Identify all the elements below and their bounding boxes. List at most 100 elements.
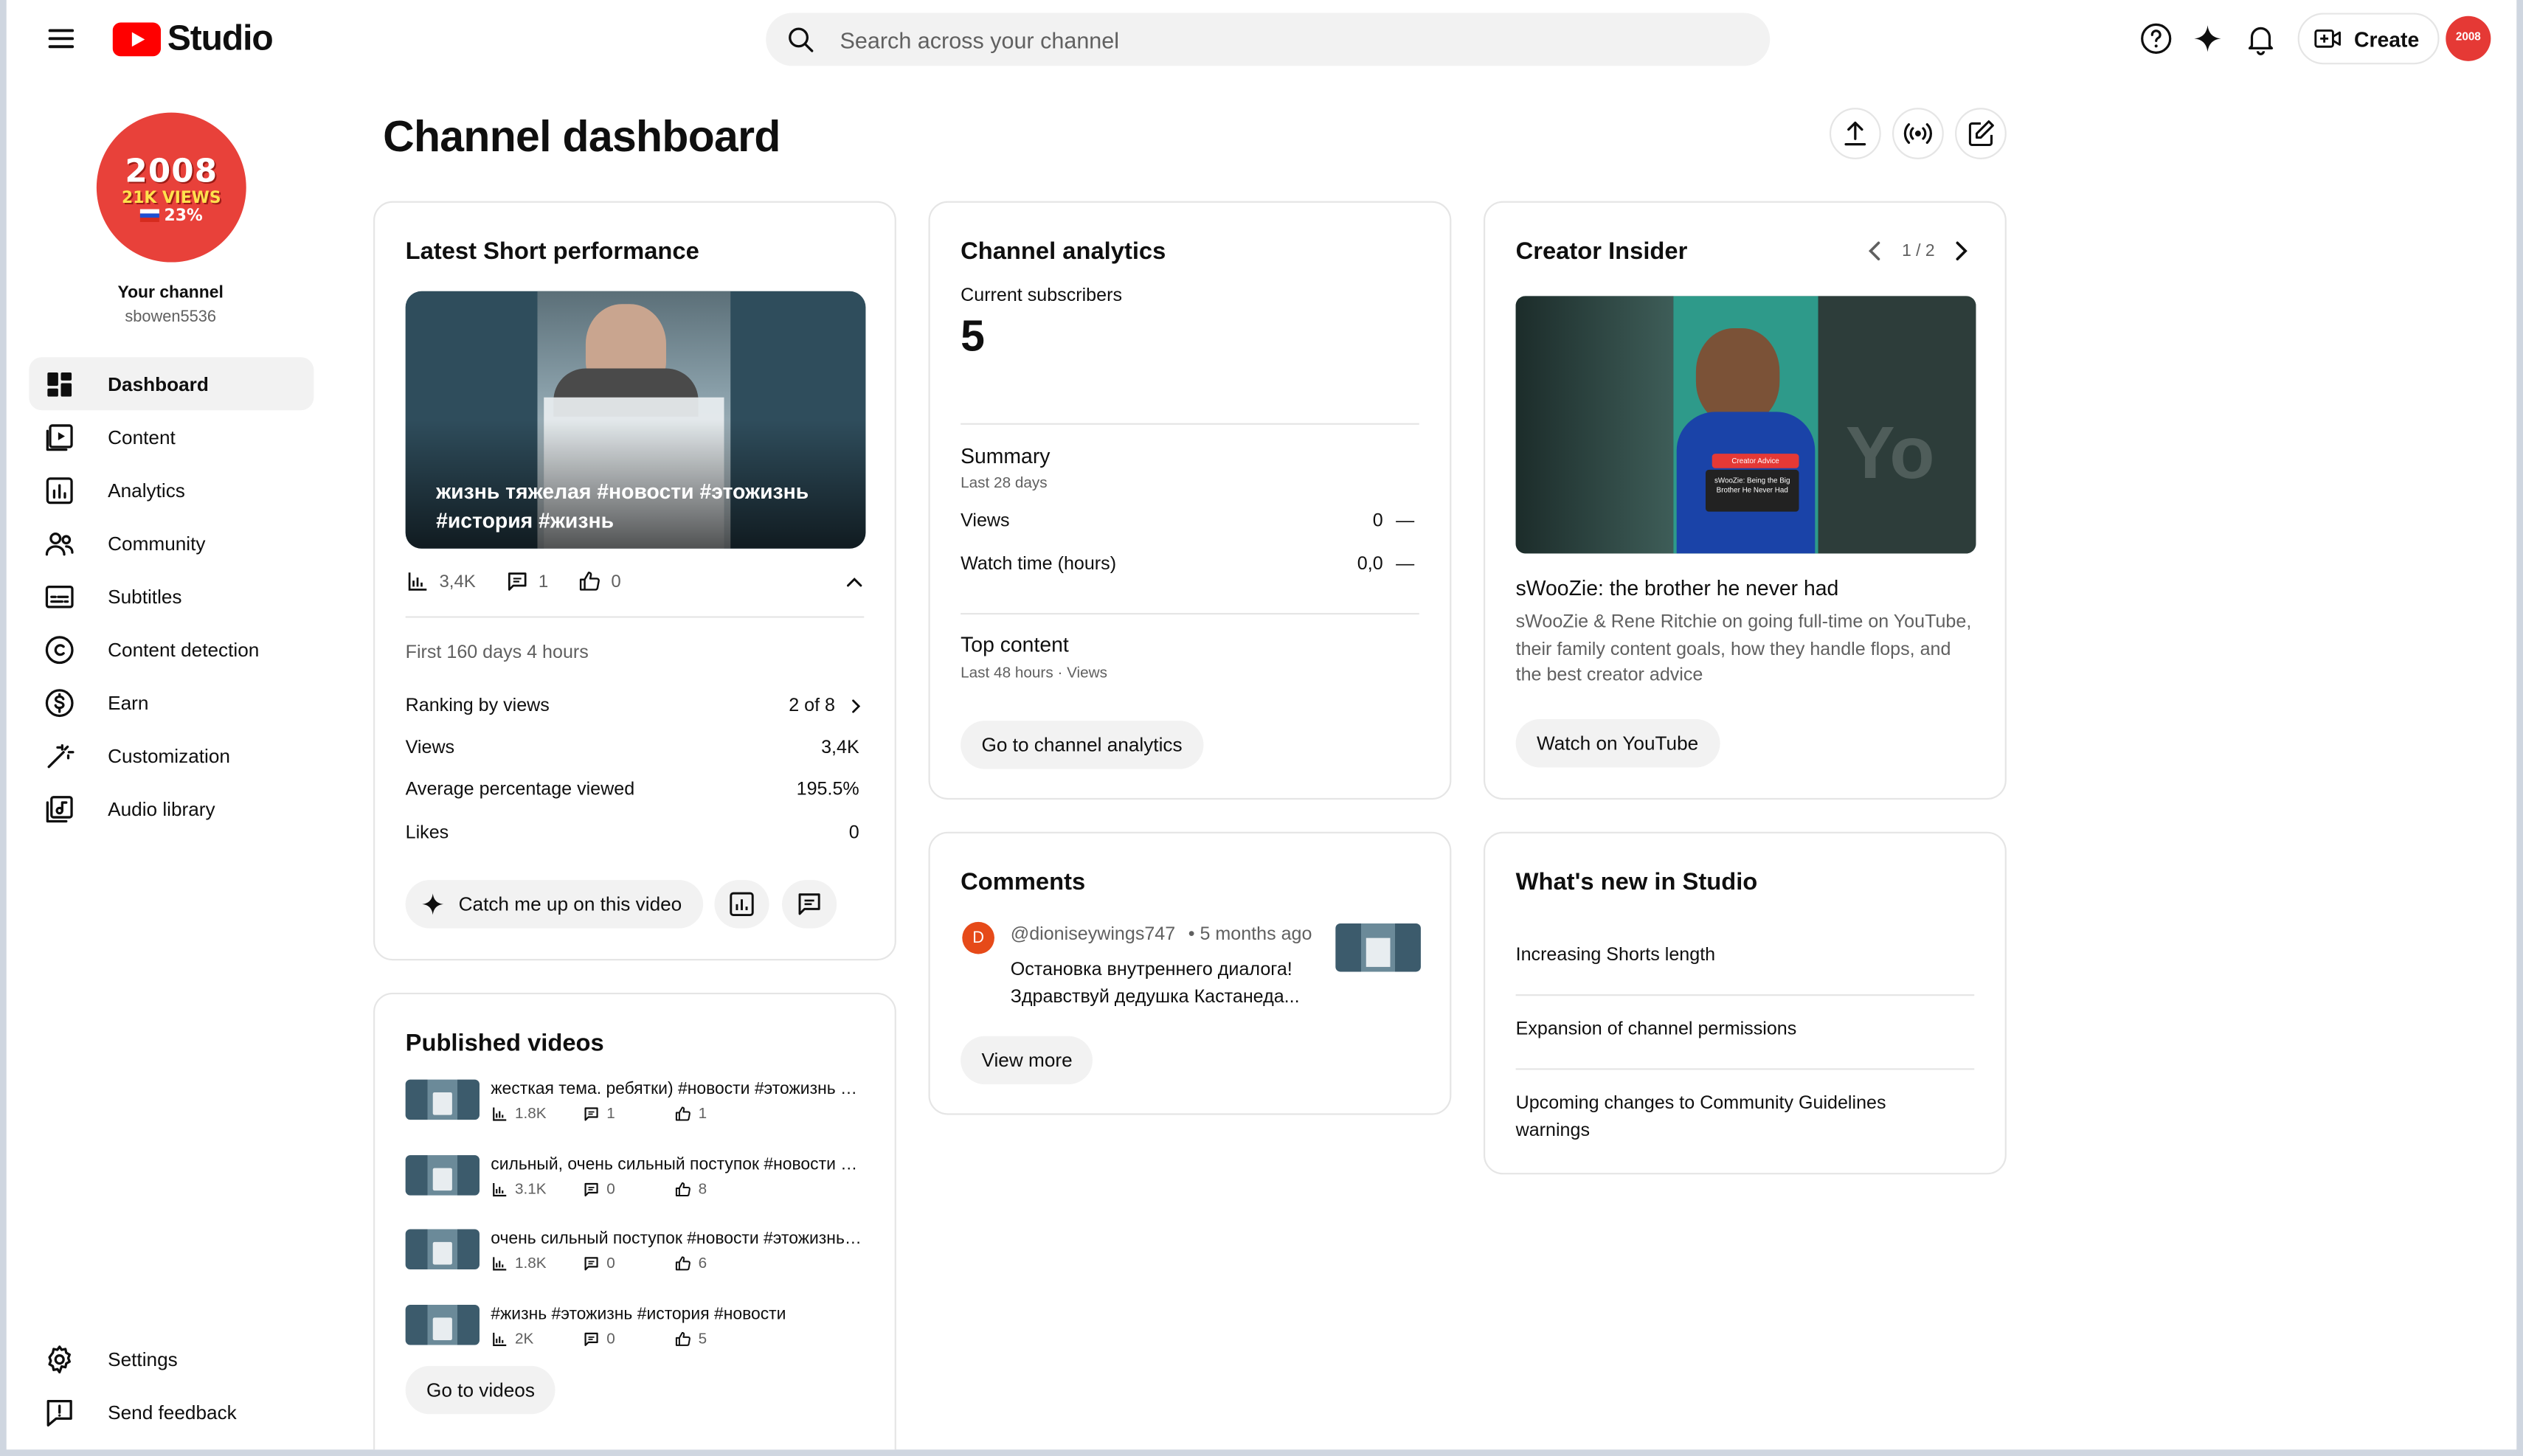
video-analytics-button[interactable] bbox=[714, 880, 769, 929]
video-stats: 2K 0 5 bbox=[491, 1330, 707, 1348]
sidebar-item-community[interactable]: Community bbox=[29, 516, 314, 569]
help-icon bbox=[2141, 23, 2172, 54]
video-add-icon bbox=[2314, 29, 2341, 48]
go-to-videos-button[interactable]: Go to videos bbox=[405, 1365, 556, 1415]
short-metric-label: Ranking by views bbox=[405, 696, 550, 716]
video-views: 1.8K bbox=[491, 1105, 582, 1123]
sidebar-item-label: Audio library bbox=[108, 797, 215, 820]
chevron-right-icon bbox=[1956, 241, 1967, 260]
published-video-item[interactable]: #жизнь #этожизнь #история #новости 2K 0 … bbox=[405, 1303, 873, 1359]
insider-thumbnail[interactable]: Yo Creator Advice sWooZie: Being the Big… bbox=[1515, 296, 1976, 554]
short-likes: 0 bbox=[578, 569, 621, 594]
catch-me-up-button[interactable]: Catch me up on this video bbox=[405, 880, 703, 929]
video-title[interactable]: #жизнь #этожизнь #история #новости bbox=[491, 1304, 864, 1323]
sidebar-item-settings[interactable]: Settings bbox=[29, 1332, 314, 1385]
insider-description: sWooZie & Rene Ritchie on going full-tim… bbox=[1515, 613, 1972, 686]
account-avatar[interactable]: 2008 bbox=[2446, 15, 2491, 61]
video-comments: 0 bbox=[583, 1255, 674, 1272]
sidebar-item-label: Send feedback bbox=[108, 1400, 237, 1424]
sidebar-item-content-detection[interactable]: Content detection bbox=[29, 623, 314, 676]
comment-video-thumbnail[interactable] bbox=[1335, 923, 1421, 972]
sidebar-item-analytics[interactable]: Analytics bbox=[29, 463, 314, 516]
sidebar-item-send-feedback[interactable]: Send feedback bbox=[29, 1385, 314, 1438]
short-thumbnail[interactable]: жизнь тяжелая #новости #этожизнь #истори… bbox=[405, 291, 866, 549]
comment-icon bbox=[584, 1331, 598, 1345]
sidebar-item-audio-library[interactable]: Audio library bbox=[29, 782, 314, 835]
search-bar[interactable] bbox=[766, 13, 1771, 66]
studio-logo[interactable]: Studio bbox=[112, 18, 274, 60]
menu-button[interactable] bbox=[42, 19, 80, 58]
video-thumbnail[interactable] bbox=[405, 1154, 480, 1195]
sidebar-item-customization[interactable]: Customization bbox=[29, 729, 314, 782]
video-title[interactable]: жесткая тема. ребятки) #новости #этожизн… bbox=[491, 1080, 864, 1099]
whats-new-item[interactable]: Upcoming changes to Community Guidelines… bbox=[1516, 1091, 1937, 1144]
channel-handle: sbowen5536 bbox=[125, 308, 217, 327]
flag-icon bbox=[139, 209, 159, 223]
short-stats: 3,4K 1 0 bbox=[406, 569, 621, 594]
create-post-button[interactable] bbox=[1955, 108, 2007, 159]
view-more-button[interactable]: View more bbox=[961, 1036, 1094, 1085]
go-live-button[interactable] bbox=[1892, 108, 1944, 159]
whats-new-item[interactable]: Increasing Shorts length bbox=[1516, 943, 1937, 969]
video-thumbnail[interactable] bbox=[405, 1079, 480, 1120]
video-thumbnail[interactable] bbox=[405, 1229, 480, 1269]
short-metric-value: 3,4K bbox=[821, 738, 859, 758]
watch-on-youtube-button[interactable]: Watch on YouTube bbox=[1515, 719, 1720, 768]
create-button[interactable]: Create bbox=[2297, 13, 2440, 65]
sidebar-item-label: Earn bbox=[108, 690, 149, 714]
video-likes: 8 bbox=[674, 1180, 707, 1198]
thumb-badge: Creator Advice bbox=[1712, 454, 1799, 468]
prev-button[interactable] bbox=[1858, 235, 1891, 267]
create-label: Create bbox=[2353, 26, 2420, 51]
chevron-up-icon bbox=[846, 578, 862, 587]
go-to-analytics-button[interactable]: Go to channel analytics bbox=[961, 721, 1203, 769]
comment-author[interactable]: @dioniseywings747 bbox=[1011, 925, 1175, 944]
short-comments: 1 bbox=[505, 569, 548, 594]
subscribers-label: Current subscribers bbox=[961, 286, 1122, 306]
comment-time: • 5 months ago bbox=[1188, 925, 1312, 945]
pager-text: 1 / 2 bbox=[1902, 241, 1935, 261]
sidebar-item-dashboard[interactable]: Dashboard bbox=[29, 357, 314, 411]
whats-new-item[interactable]: Expansion of channel permissions bbox=[1516, 1017, 1937, 1044]
notifications-button[interactable] bbox=[2241, 19, 2280, 58]
sidebar-item-earn[interactable]: Earn bbox=[29, 676, 314, 729]
ai-sparkle-button[interactable] bbox=[2188, 19, 2226, 58]
video-title[interactable]: сильный, очень сильный поступок #новости… bbox=[491, 1154, 864, 1174]
published-video-item[interactable]: сильный, очень сильный поступок #новости… bbox=[405, 1154, 873, 1209]
video-title[interactable]: очень сильный поступок #новости #этожизн… bbox=[491, 1229, 864, 1248]
commenter-avatar[interactable]: D bbox=[962, 921, 994, 954]
comment-icon bbox=[584, 1182, 598, 1196]
sidebar-item-content[interactable]: Content bbox=[29, 410, 314, 463]
bell-icon bbox=[2248, 27, 2274, 55]
help-button[interactable] bbox=[2137, 19, 2176, 58]
analytics-row: Watch time (hours) 0,0 — bbox=[961, 555, 1414, 575]
video-thumbnail[interactable] bbox=[405, 1303, 480, 1345]
analytics-row-label: Views bbox=[961, 511, 1010, 531]
analytics-row-value: 0,0 bbox=[1357, 555, 1383, 575]
collapse-button[interactable] bbox=[842, 569, 868, 595]
published-video-item[interactable]: жесткая тема. ребятки) #новости #этожизн… bbox=[405, 1079, 873, 1134]
channel-avatar-views: 21K VIEWS bbox=[122, 189, 221, 207]
video-views: 3.1K bbox=[491, 1180, 582, 1198]
short-metric-row[interactable]: Ranking by views 2 of 8 bbox=[405, 695, 861, 718]
sidebar-item-label: Community bbox=[108, 531, 206, 555]
upload-button[interactable] bbox=[1829, 108, 1881, 159]
video-comments-button[interactable] bbox=[782, 880, 837, 929]
upload-icon bbox=[1844, 121, 1866, 146]
search-input[interactable] bbox=[840, 26, 1709, 52]
chevron-right-icon bbox=[852, 699, 861, 713]
search-icon bbox=[789, 27, 814, 52]
comment-icon bbox=[584, 1107, 598, 1121]
thumbs-up-icon bbox=[675, 1256, 691, 1271]
sidebar-item-label: Content bbox=[108, 425, 176, 448]
channel-avatar[interactable]: 2008 21K VIEWS 23% bbox=[96, 112, 246, 263]
account-avatar-year: 2008 bbox=[2455, 32, 2481, 44]
sidebar-item-subtitles[interactable]: Subtitles bbox=[29, 569, 314, 623]
community-icon bbox=[44, 527, 76, 559]
insider-video-title[interactable]: sWooZie: the brother he never had bbox=[1516, 576, 1839, 600]
bar-chart-icon bbox=[408, 572, 427, 591]
latest-short-title: Latest Short performance bbox=[405, 238, 699, 266]
published-video-item[interactable]: очень сильный поступок #новости #этожизн… bbox=[405, 1229, 873, 1283]
next-button[interactable] bbox=[1945, 235, 1978, 267]
comments-title: Comments bbox=[961, 868, 1086, 896]
